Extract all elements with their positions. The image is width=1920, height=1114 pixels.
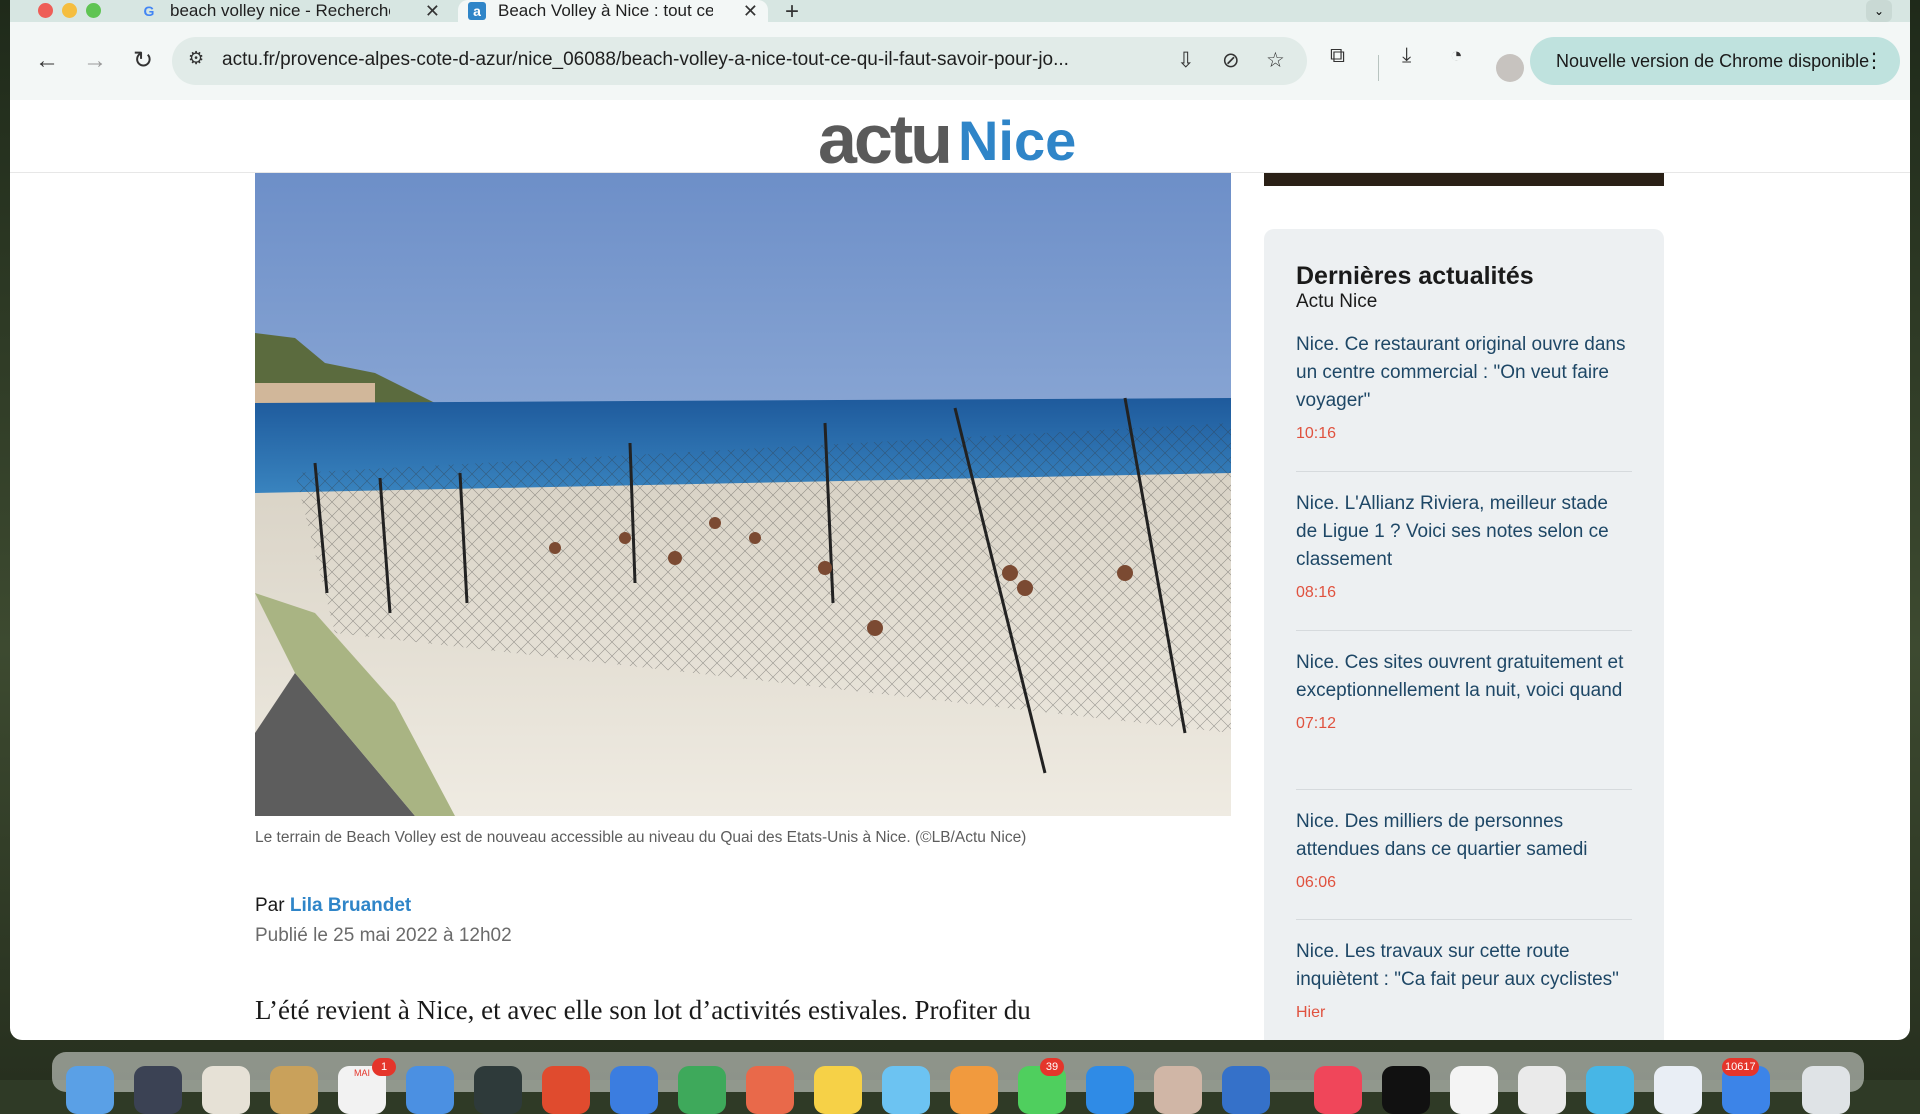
address-bar[interactable]: ⚙ actu.fr/provence-alpes-cote-d-azur/nic… xyxy=(172,37,1307,85)
numbers-icon[interactable] xyxy=(678,1066,726,1114)
news-item[interactable]: Nice. Ce restaurant original ouvre dans … xyxy=(1296,331,1632,472)
news-time: 06:06 xyxy=(1296,874,1337,891)
news-time: 08:16 xyxy=(1296,584,1337,601)
tab-search-button[interactable]: ⌄ xyxy=(1866,0,1892,22)
minimize-window-button[interactable] xyxy=(62,3,77,18)
notification-badge: 10617 xyxy=(1722,1058,1759,1076)
site-header: actu Nice xyxy=(10,100,1910,178)
news-headline[interactable]: Nice. L'Allianz Riviera, meilleur stade … xyxy=(1296,490,1632,574)
profile-avatar[interactable] xyxy=(1496,54,1524,82)
globe-app-icon[interactable] xyxy=(1222,1066,1270,1114)
tab-strip: G beach volley nice - Recherche ✕ a Beac… xyxy=(10,0,1910,25)
news-headline[interactable]: Nice. Les travaux sur cette route inquiè… xyxy=(1296,938,1632,994)
keynote-icon[interactable] xyxy=(610,1066,658,1114)
chrome-update-button[interactable]: Nouvelle version de Chrome disponible ⋮ xyxy=(1530,37,1900,85)
terminal-like-icon[interactable] xyxy=(474,1066,522,1114)
finder-icon[interactable] xyxy=(66,1066,114,1114)
google-icon: G xyxy=(143,3,155,19)
app-red-icon[interactable] xyxy=(542,1066,590,1114)
music-icon[interactable] xyxy=(1314,1066,1362,1114)
performance-icon[interactable]: ◔ xyxy=(1450,44,1463,68)
terminal-icon[interactable] xyxy=(1382,1066,1430,1114)
sidebar-subtitle: Actu Nice xyxy=(1296,291,1378,312)
contacts-icon[interactable] xyxy=(270,1066,318,1114)
publication-date: Publié le 25 mai 2022 à 12h02 xyxy=(255,925,512,946)
launchpad-icon[interactable] xyxy=(202,1066,250,1114)
actu-icon: a xyxy=(468,2,486,20)
install-app-icon[interactable]: ⇩ xyxy=(1177,48,1195,73)
downloads-icon[interactable]: ⤓ xyxy=(1402,44,1411,68)
browser-window: G beach volley nice - Recherche ✕ a Beac… xyxy=(10,0,1910,1040)
news-time: Hier xyxy=(1296,1004,1326,1021)
macos-dock: MAI xyxy=(52,1052,1864,1114)
back-arrow-icon[interactable]: ← xyxy=(30,44,64,78)
chatgpt-icon[interactable] xyxy=(1518,1066,1566,1114)
author-link[interactable]: Lila Bruandet xyxy=(290,895,411,916)
news-item[interactable]: Nice. Les travaux sur cette route inquiè… xyxy=(1296,938,1632,1040)
byline-prefix: Par xyxy=(255,895,285,916)
article-photo-beach-volley xyxy=(255,173,1231,816)
notification-badge: 39 xyxy=(1040,1058,1064,1076)
tab-title: beach volley nice - Recherche xyxy=(170,1,390,20)
article-lead-paragraph: L’été revient à Nice, et avec elle son l… xyxy=(255,995,1031,1025)
news-time: 07:12 xyxy=(1296,715,1337,732)
tracking-protection-icon[interactable]: ⊘ xyxy=(1222,48,1240,73)
app-icon[interactable] xyxy=(1154,1066,1202,1114)
url-text[interactable]: actu.fr/provence-alpes-cote-d-azur/nice_… xyxy=(222,49,1162,71)
news-headline[interactable]: Nice. Des milliers de personnes attendue… xyxy=(1296,808,1632,864)
window-app-icon[interactable] xyxy=(1654,1066,1702,1114)
news-item[interactable]: Nice. Ces sites ouvrent gratuitement et … xyxy=(1296,649,1632,790)
advertisement-strip[interactable] xyxy=(1264,173,1664,186)
logo-nice: Nice xyxy=(957,109,1077,172)
photos-icon[interactable] xyxy=(950,1066,998,1114)
chrome-icon[interactable] xyxy=(1450,1066,1498,1114)
safari-icon[interactable] xyxy=(406,1066,454,1114)
app-store-icon[interactable] xyxy=(1086,1066,1134,1114)
bookmark-star-icon[interactable]: ☆ xyxy=(1266,48,1285,73)
close-tab-icon[interactable]: ✕ xyxy=(743,1,758,22)
photo-caption: Le terrain de Beach Volley est de nouvea… xyxy=(255,829,1027,846)
trash-icon[interactable] xyxy=(1802,1066,1850,1114)
siri-icon[interactable] xyxy=(134,1066,182,1114)
tab-actu-article[interactable]: a Beach Volley à Nice : tout ce qu'il fa… xyxy=(458,0,768,22)
actu-nice-logo[interactable]: actu Nice xyxy=(818,100,1077,178)
extensions-puzzle-icon[interactable]: ⧉ xyxy=(1330,44,1345,68)
update-label: Nouvelle version de Chrome disponible xyxy=(1556,51,1870,71)
sidebar-title: Dernières actualités xyxy=(1296,262,1534,290)
close-tab-icon[interactable]: ✕ xyxy=(425,1,440,22)
folder-icon[interactable] xyxy=(1586,1066,1634,1114)
news-item[interactable]: Nice. Des milliers de personnes attendue… xyxy=(1296,808,1632,920)
more-menu-icon[interactable]: ⋮ xyxy=(1864,37,1884,85)
news-time: 10:16 xyxy=(1296,425,1337,442)
forward-arrow-icon[interactable]: → xyxy=(78,44,112,78)
notification-badge: 1 xyxy=(372,1058,396,1076)
news-item[interactable]: Nice. L'Allianz Riviera, meilleur stade … xyxy=(1296,490,1632,631)
zoom-window-button[interactable] xyxy=(86,3,101,18)
pages-icon[interactable] xyxy=(746,1066,794,1114)
tab-google-search[interactable]: G beach volley nice - Recherche ✕ xyxy=(140,0,450,22)
browser-toolbar: ← → ↻ ⚙ actu.fr/provence-alpes-cote-d-az… xyxy=(10,22,1910,101)
toolbar-divider xyxy=(1378,55,1379,81)
preview-icon[interactable] xyxy=(882,1066,930,1114)
reload-icon[interactable]: ↻ xyxy=(126,44,160,78)
site-settings-icon[interactable]: ⚙ xyxy=(188,48,204,69)
logo-actu: actu xyxy=(818,100,953,178)
close-window-button[interactable] xyxy=(38,3,53,18)
news-headline[interactable]: Nice. Ces sites ouvrent gratuitement et … xyxy=(1296,649,1632,705)
article-byline: Par Lila Bruandet xyxy=(255,895,411,917)
notes-icon[interactable] xyxy=(814,1066,862,1114)
news-headline[interactable]: Nice. Ce restaurant original ouvre dans … xyxy=(1296,331,1632,415)
tab-title: Beach Volley à Nice : tout ce qu'il faut… xyxy=(498,1,713,20)
latest-news-sidebar: Dernières actualités Actu Nice Nice. Ce … xyxy=(1264,229,1664,1040)
